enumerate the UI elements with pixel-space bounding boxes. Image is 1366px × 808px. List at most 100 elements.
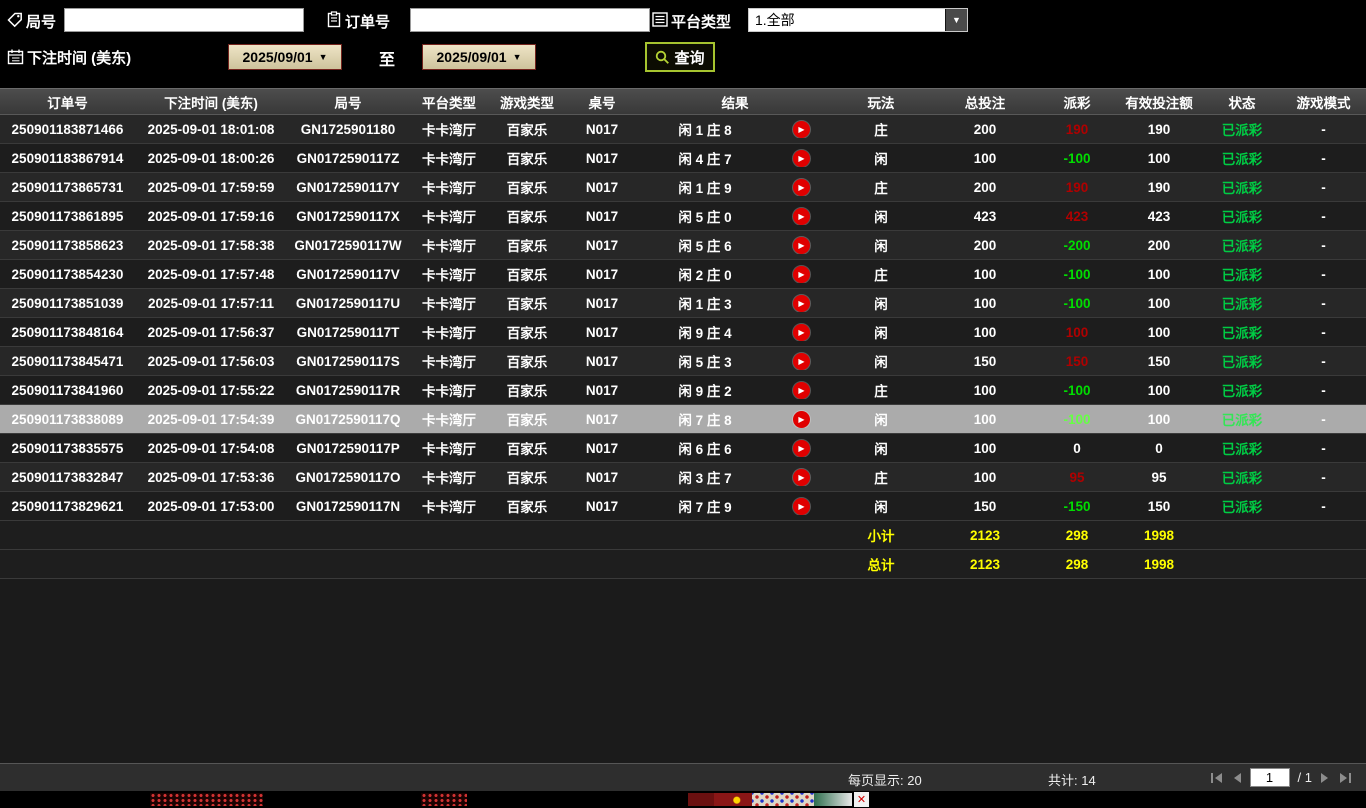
play-icon[interactable]: ▶ xyxy=(792,498,810,515)
cell-payout: 190 xyxy=(1065,121,1089,137)
table-row[interactable]: 250901173835575 2025-09-01 17:54:08 GN01… xyxy=(0,434,1366,463)
cell-order-no: 250901173854230 xyxy=(11,266,124,282)
cell-video: ▶ xyxy=(771,178,831,196)
cell-game-mode: - xyxy=(1321,179,1326,195)
column-header-round-no: 局号 xyxy=(334,95,362,111)
play-icon[interactable]: ▶ xyxy=(792,208,810,225)
table-row[interactable]: 250901183871466 2025-09-01 18:01:08 GN17… xyxy=(0,115,1366,144)
table-row[interactable]: 250901173861895 2025-09-01 17:59:16 GN01… xyxy=(0,202,1366,231)
cell-bet-time: 2025-09-01 17:57:11 xyxy=(147,295,275,311)
cell-payout: -150 xyxy=(1063,498,1091,514)
cell-bet-time: 2025-09-01 17:54:08 xyxy=(147,440,275,456)
table-row[interactable]: 250901173845471 2025-09-01 17:56:03 GN01… xyxy=(0,347,1366,376)
cell-video: ▶ xyxy=(771,294,831,312)
play-icon[interactable]: ▶ xyxy=(792,469,810,486)
column-header-game-mode: 游戏模式 xyxy=(1296,95,1351,111)
cell-bet-time: 2025-09-01 17:54:39 xyxy=(147,411,275,427)
play-icon[interactable]: ▶ xyxy=(792,324,810,341)
cell-game-mode: - xyxy=(1321,237,1326,253)
dropdown-arrow-icon: ▼ xyxy=(512,52,522,62)
cell-video: ▶ xyxy=(771,120,831,138)
cell-play: 庄 xyxy=(874,123,888,138)
cell-round-no: GN0172590117T xyxy=(296,324,400,340)
cell-result: 闲 5 庄 3 xyxy=(678,355,732,370)
date-from-button[interactable]: 2025/09/01 ▼ xyxy=(228,44,342,70)
cell-game-mode: - xyxy=(1321,150,1326,166)
play-icon[interactable]: ▶ xyxy=(792,295,810,312)
first-page-icon[interactable] xyxy=(1210,772,1224,784)
cell-status: 已派彩 xyxy=(1221,326,1263,341)
prev-page-icon[interactable] xyxy=(1232,772,1242,784)
cell-game-mode: - xyxy=(1321,208,1326,224)
platform-select[interactable]: 1.全部 ▼ xyxy=(748,8,968,32)
cell-round-no: GN0172590117Y xyxy=(296,179,400,195)
cell-table-no: N017 xyxy=(585,469,619,485)
cell-video: ▶ xyxy=(771,439,831,457)
calendar-icon xyxy=(7,49,24,65)
date-to-button[interactable]: 2025/09/01 ▼ xyxy=(422,44,536,70)
cell-platform: 卡卡湾厅 xyxy=(422,471,476,486)
play-icon[interactable]: ▶ xyxy=(792,266,810,283)
cell-total-bet: 100 xyxy=(973,150,997,166)
order-input[interactable] xyxy=(410,8,650,32)
cell-result: 闲 3 庄 7 xyxy=(678,471,732,486)
cell-result: 闲 5 庄 6 xyxy=(678,239,732,254)
cell-result: 闲 2 庄 0 xyxy=(678,268,732,283)
play-icon[interactable]: ▶ xyxy=(792,353,810,370)
total-label: 总计 xyxy=(867,558,895,573)
cell-status: 已派彩 xyxy=(1221,210,1263,225)
table-row[interactable]: 250901183867914 2025-09-01 18:00:26 GN01… xyxy=(0,144,1366,173)
subtotal-valid-bet: 1998 xyxy=(1143,527,1175,543)
cell-play: 庄 xyxy=(874,268,888,283)
cell-game-type: 百家乐 xyxy=(506,471,548,486)
cell-status: 已派彩 xyxy=(1221,152,1263,167)
round-input[interactable] xyxy=(64,8,304,32)
table-row[interactable]: 250901173829621 2025-09-01 17:53:00 GN01… xyxy=(0,492,1366,521)
total-row: 总计 2123 298 1998 xyxy=(0,550,1366,579)
play-icon[interactable]: ▶ xyxy=(792,411,810,428)
column-header-payout: 派彩 xyxy=(1063,95,1091,111)
table-row[interactable]: 250901173838089 2025-09-01 17:54:39 GN01… xyxy=(0,405,1366,434)
page-input[interactable] xyxy=(1249,768,1290,787)
cell-total-bet: 200 xyxy=(973,121,997,137)
cell-table-no: N017 xyxy=(585,382,619,398)
cell-table-no: N017 xyxy=(585,237,619,253)
search-button[interactable]: 查询 xyxy=(645,42,715,72)
cell-play: 闲 xyxy=(874,442,888,457)
cell-payout: -200 xyxy=(1063,237,1091,253)
platform-selected-value: 1.全部 xyxy=(755,12,795,28)
cell-order-no: 250901173851039 xyxy=(11,295,124,311)
cell-play: 闲 xyxy=(874,210,888,225)
background-window-strip: ✕ xyxy=(0,791,1366,808)
table-row[interactable]: 250901173854230 2025-09-01 17:57:48 GN01… xyxy=(0,260,1366,289)
chevron-down-icon[interactable]: ▼ xyxy=(945,9,967,31)
cell-order-no: 250901173861895 xyxy=(11,208,124,224)
next-page-icon[interactable] xyxy=(1320,772,1330,784)
play-icon[interactable]: ▶ xyxy=(792,121,810,138)
table-row[interactable]: 250901173865731 2025-09-01 17:59:59 GN01… xyxy=(0,173,1366,202)
cell-round-no: GN0172590117U xyxy=(295,295,401,311)
cell-valid-bet: 100 xyxy=(1147,150,1171,166)
cell-play: 闲 xyxy=(874,413,888,428)
play-icon[interactable]: ▶ xyxy=(792,382,810,399)
table-row[interactable]: 250901173851039 2025-09-01 17:57:11 GN01… xyxy=(0,289,1366,318)
play-icon[interactable]: ▶ xyxy=(792,150,810,167)
play-icon[interactable]: ▶ xyxy=(792,237,810,254)
cell-table-no: N017 xyxy=(585,150,619,166)
cell-play: 庄 xyxy=(874,471,888,486)
cell-bet-time: 2025-09-01 17:53:36 xyxy=(147,469,275,485)
cell-order-no: 250901173829621 xyxy=(11,498,124,514)
cell-valid-bet: 100 xyxy=(1147,382,1171,398)
platform-list-icon xyxy=(652,12,668,27)
table-row[interactable]: 250901173848164 2025-09-01 17:56:37 GN01… xyxy=(0,318,1366,347)
cell-platform: 卡卡湾厅 xyxy=(422,268,476,283)
total-payout: 298 xyxy=(1065,556,1089,572)
cell-bet-time: 2025-09-01 17:58:38 xyxy=(147,237,275,253)
play-icon[interactable]: ▶ xyxy=(792,440,810,457)
table-row[interactable]: 250901173858623 2025-09-01 17:58:38 GN01… xyxy=(0,231,1366,260)
last-page-icon[interactable] xyxy=(1338,772,1352,784)
table-row[interactable]: 250901173841960 2025-09-01 17:55:22 GN01… xyxy=(0,376,1366,405)
play-icon[interactable]: ▶ xyxy=(792,179,810,196)
table-row[interactable]: 250901173832847 2025-09-01 17:53:36 GN01… xyxy=(0,463,1366,492)
cell-game-type: 百家乐 xyxy=(506,123,548,138)
